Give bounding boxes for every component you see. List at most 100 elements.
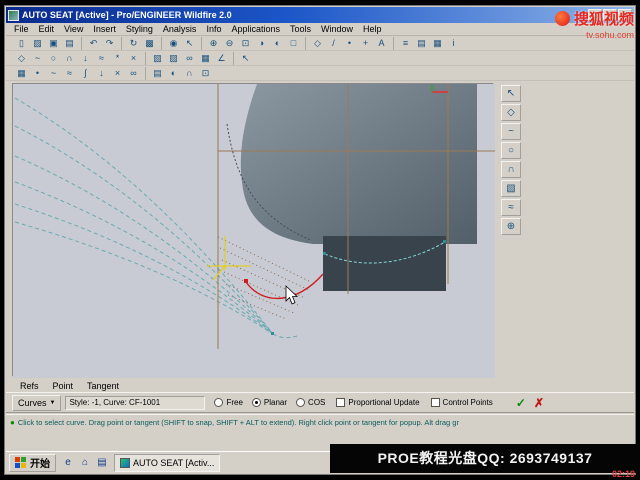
active-plane-icon[interactable]: ◇ — [501, 104, 521, 121]
sohu-watermark: 搜狐视频 tv.sohu.com — [554, 8, 634, 40]
watermark-title: 搜狐视频 — [573, 11, 634, 28]
style-curve-icon[interactable]: ~ — [30, 52, 45, 65]
style-circle-icon[interactable]: ○ — [46, 52, 61, 65]
view-manager-icon[interactable]: ▦ — [430, 37, 445, 50]
checkbox-control-points[interactable]: Control Points — [430, 398, 493, 407]
task-button-label: AUTO SEAT [Activ... — [133, 457, 215, 468]
radio-planar[interactable]: Planar — [251, 398, 287, 407]
refit-view-icon[interactable]: ⊡ — [198, 67, 213, 80]
zoom-in-icon[interactable]: ⊕ — [206, 37, 221, 50]
checkbox-box — [430, 398, 440, 407]
seat-base-block[interactable] — [323, 236, 446, 291]
csys-icon[interactable]: + — [358, 37, 373, 50]
curve-trim-icon[interactable]: × — [110, 67, 125, 80]
create-curve-icon[interactable]: ~ — [501, 123, 521, 140]
point-menu-item[interactable]: Point — [47, 381, 80, 391]
seat-surface-model[interactable] — [240, 84, 477, 244]
orient-icon[interactable]: ◑ — [254, 37, 269, 50]
open-file-icon[interactable]: ▨ — [30, 37, 45, 50]
menu-styling[interactable]: Styling — [121, 24, 158, 34]
menu-insert[interactable]: Insert — [88, 24, 121, 34]
refit-icon[interactable]: ⊡ — [238, 37, 253, 50]
drop-curve-icon[interactable]: ↓ — [78, 52, 93, 65]
zoom-out-icon[interactable]: ⊖ — [222, 37, 237, 50]
menu-info[interactable]: Info — [201, 24, 226, 34]
style-point-icon[interactable]: • — [30, 67, 45, 80]
radio-free[interactable]: Free — [214, 398, 243, 407]
cos-curve-icon[interactable]: ∫ — [78, 67, 93, 80]
show-mesh-icon[interactable]: ▤ — [150, 67, 165, 80]
right-toolbar: ↖ ◇ ~ ○ ∩ ▧ ≈ ⊕ — [498, 85, 524, 235]
quick-launch-desktop-icon[interactable]: ⌂ — [77, 455, 93, 471]
trim-curve-icon[interactable]: × — [126, 52, 141, 65]
offset-curve-icon[interactable]: ≈ — [94, 52, 109, 65]
mesh-icon[interactable]: ▦ — [198, 52, 213, 65]
menu-edit[interactable]: Edit — [34, 24, 60, 34]
datum-point-icon[interactable]: • — [342, 37, 357, 50]
menu-window[interactable]: Window — [316, 24, 358, 34]
taskbar-task-button[interactable]: AUTO SEAT [Activ... — [114, 453, 221, 472]
graphics-area[interactable] — [12, 83, 495, 378]
curves-dropdown-button[interactable]: Curves ▼ — [12, 394, 62, 411]
free-curve-icon[interactable]: ≈ — [62, 67, 77, 80]
menu-applications[interactable]: Applications — [226, 24, 285, 34]
pointer-icon[interactable]: ↖ — [238, 52, 253, 65]
redo-icon[interactable]: ↷ — [102, 37, 117, 50]
refs-menu-item[interactable]: Refs — [14, 381, 45, 391]
planar-curve-icon[interactable]: ~ — [46, 67, 61, 80]
checkbox-proportional-update[interactable]: Proportional Update — [336, 398, 420, 407]
accept-button[interactable]: ✓ — [512, 396, 530, 410]
curve-control-point[interactable] — [244, 279, 248, 283]
cancel-button[interactable]: ✗ — [530, 396, 548, 410]
quick-launch-browser-icon[interactable]: e — [60, 455, 76, 471]
wireframe-icon[interactable]: □ — [286, 37, 301, 50]
window-title: AUTO SEAT [Active] - Pro/ENGINEER Wildfi… — [22, 10, 232, 20]
surface-trim-icon[interactable]: ▨ — [166, 52, 181, 65]
curve-connect-icon[interactable]: ∞ — [126, 67, 141, 80]
create-circle-icon[interactable]: ○ — [501, 142, 521, 159]
connect-icon[interactable]: ≈ — [501, 199, 521, 216]
new-file-icon[interactable]: ▯ — [14, 37, 29, 50]
model-tree-icon[interactable]: ≡ — [398, 37, 413, 50]
datum-plane-icon[interactable]: ◇ — [310, 37, 325, 50]
video-time: 02:19 — [611, 469, 635, 479]
search-icon[interactable]: ◉ — [166, 37, 181, 50]
quick-launch-folder-icon[interactable]: ▤ — [94, 455, 110, 471]
drop-point-icon[interactable]: ↓ — [94, 67, 109, 80]
edit-curve-icon[interactable]: * — [110, 52, 125, 65]
layers-icon[interactable]: ▤ — [414, 37, 429, 50]
menu-analysis[interactable]: Analysis — [158, 24, 202, 34]
annotation-icon[interactable]: A — [374, 37, 389, 50]
analysis-icon[interactable]: ⊕ — [501, 218, 521, 235]
print-icon[interactable]: ▤ — [62, 37, 77, 50]
shade-icon[interactable]: ◐ — [270, 37, 285, 50]
save-icon[interactable]: ▣ — [46, 37, 61, 50]
repaint-icon[interactable]: ▩ — [142, 37, 157, 50]
select-arrow-icon[interactable]: ↖ — [501, 85, 521, 102]
style-arc-icon[interactable]: ∩ — [62, 52, 77, 65]
surface-icon[interactable]: ▧ — [150, 52, 165, 65]
sohu-logo-icon — [554, 11, 570, 26]
style-curve-field[interactable]: Style: -1, Curve: CF-1001 — [65, 395, 206, 410]
undo-icon[interactable]: ↶ — [86, 37, 101, 50]
datum-axis-icon[interactable]: / — [326, 37, 341, 50]
shade-preview-icon[interactable]: ◐ — [166, 67, 181, 80]
surface-connect-icon[interactable]: ∞ — [182, 52, 197, 65]
menu-view[interactable]: View — [59, 24, 88, 34]
radio-cos[interactable]: COS — [296, 398, 325, 407]
menu-help[interactable]: Help — [358, 24, 387, 34]
info-icon[interactable]: i — [446, 37, 461, 50]
regenerate-icon[interactable]: ↻ — [126, 37, 141, 50]
grid-toggle-icon[interactable]: ▦ — [14, 67, 29, 80]
menu-tools[interactable]: Tools — [285, 24, 316, 34]
create-surface-icon[interactable]: ▧ — [501, 180, 521, 197]
select-icon[interactable]: ↖ — [182, 37, 197, 50]
start-button[interactable]: 开始 — [9, 453, 56, 472]
set-active-plane-icon[interactable]: ◇ — [14, 52, 29, 65]
menu-file[interactable]: File — [9, 24, 34, 34]
radio-dot — [214, 398, 224, 407]
create-arc-icon[interactable]: ∩ — [501, 161, 521, 178]
curvature-plot-icon[interactable]: ∩ — [182, 67, 197, 80]
analysis-angle-icon[interactable]: ∠ — [214, 52, 229, 65]
tangent-menu-item[interactable]: Tangent — [81, 381, 125, 391]
